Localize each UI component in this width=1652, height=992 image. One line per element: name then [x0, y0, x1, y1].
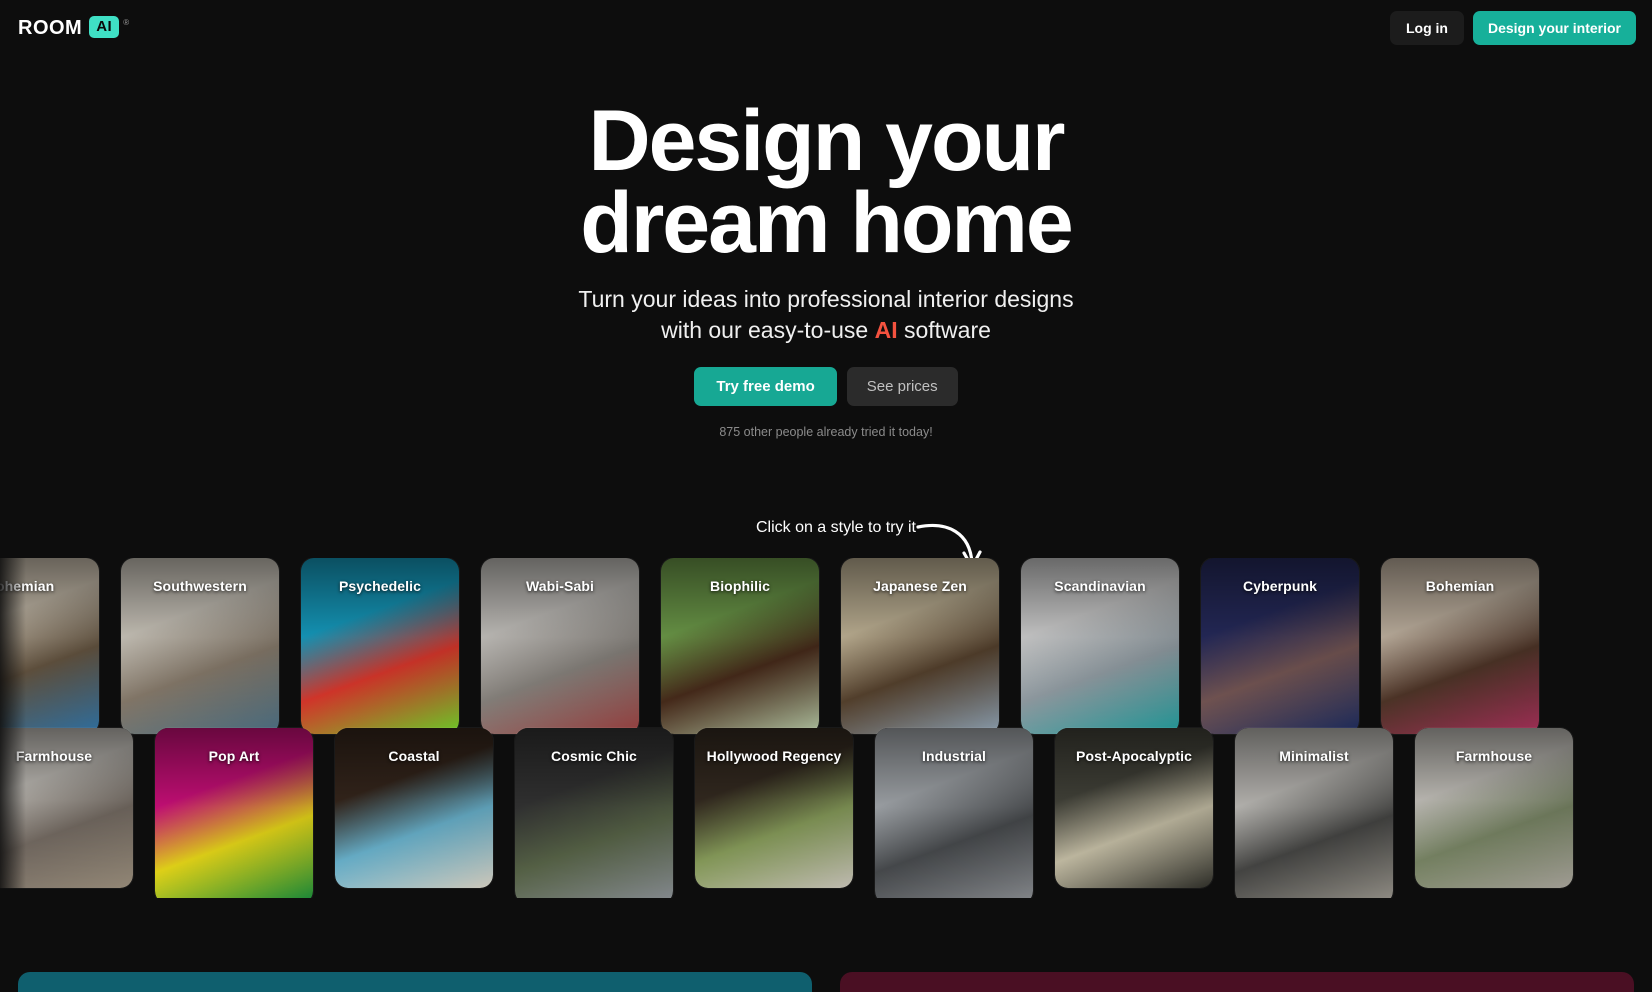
style-card[interactable]: Southwestern: [121, 558, 279, 734]
hero-subtitle-ai-accent: AI: [874, 317, 898, 343]
page-title: Design your dream home: [580, 98, 1073, 266]
hero-title-line-2: dream home: [580, 175, 1073, 271]
brand-trademark-icon: ®: [123, 18, 130, 27]
style-card-label: Minimalist: [1279, 748, 1349, 764]
brand-logo[interactable]: ROOM AI ®: [18, 16, 129, 40]
try-free-demo-button[interactable]: Try free demo: [694, 367, 837, 406]
style-gallery[interactable]: Bohemian Southwestern Psychedelic Wabi-Sabi…: [0, 558, 1652, 898]
style-card[interactable]: Post-Apocalyptic: [1055, 728, 1213, 888]
brand-logo-badge: AI: [89, 16, 120, 38]
bottom-panels-strip: [0, 972, 1652, 992]
style-card-label: Coastal: [388, 748, 440, 764]
style-card[interactable]: Pop Art: [155, 728, 313, 898]
style-row-top[interactable]: Bohemian Southwestern Psychedelic Wabi-Sabi…: [0, 558, 1550, 734]
style-card-label: Farmhouse: [15, 748, 93, 764]
style-card[interactable]: Cyberpunk: [1201, 558, 1359, 734]
styles-hint-label: Click on a style to try it: [755, 519, 916, 536]
style-card-label: Bohemian: [0, 578, 55, 594]
style-card-label: Hollywood Regency: [706, 748, 842, 764]
style-card-label: Psychedelic: [338, 578, 422, 594]
style-card[interactable]: Coastal: [335, 728, 493, 888]
style-card-label: Scandinavian: [1054, 578, 1146, 594]
style-card-label: Pop Art: [208, 748, 260, 764]
bottom-panel-right[interactable]: [840, 972, 1634, 992]
style-card[interactable]: Bohemian: [1381, 558, 1539, 734]
style-card[interactable]: Cosmic Chic: [515, 728, 673, 898]
style-card-label: Japanese Zen: [873, 578, 967, 594]
style-card[interactable]: Hollywood Regency: [695, 728, 853, 888]
hero-section: Design your dream home Turn your ideas i…: [0, 98, 1652, 439]
site-header: ROOM AI ® Log in Design your interior: [0, 0, 1652, 56]
style-card[interactable]: Farmhouse: [0, 728, 133, 888]
see-prices-button[interactable]: See prices: [846, 367, 958, 406]
hero-subtitle-part-2: software: [897, 317, 991, 343]
style-card-label: Southwestern: [153, 578, 247, 594]
style-card-label: Industrial: [921, 748, 986, 764]
style-card[interactable]: Bohemian: [0, 558, 99, 734]
design-your-interior-button[interactable]: Design your interior: [1472, 11, 1636, 45]
style-card[interactable]: Industrial: [875, 728, 1033, 898]
style-card-label: Biophilic: [709, 578, 770, 594]
style-card[interactable]: Biophilic: [661, 558, 819, 734]
style-card-label: Cyberpunk: [1242, 578, 1318, 594]
style-card[interactable]: Wabi-Sabi: [481, 558, 639, 734]
brand-logo-word: ROOM: [18, 17, 83, 39]
bottom-panel-left[interactable]: [18, 972, 812, 992]
style-card-label: Wabi-Sabi: [525, 578, 595, 594]
social-proof-text: 875 other people already tried it today!: [719, 425, 933, 439]
style-card[interactable]: Psychedelic: [301, 558, 459, 734]
style-card-label: Post-Apocalyptic: [1076, 748, 1192, 764]
style-card[interactable]: Scandinavian: [1021, 558, 1179, 734]
style-card-label: Farmhouse: [1455, 748, 1533, 764]
style-card[interactable]: Minimalist: [1235, 728, 1393, 898]
header-actions: Log in Design your interior: [1389, 11, 1636, 45]
style-card-label: Cosmic Chic: [551, 748, 637, 764]
style-card[interactable]: Farmhouse: [1415, 728, 1573, 888]
hero-subtitle-part-1: Turn your ideas into professional interi…: [578, 286, 1074, 343]
hero-button-group: Try free demo See prices: [694, 367, 958, 406]
style-card-label: Bohemian: [1425, 578, 1495, 594]
hero-subtitle: Turn your ideas into professional interi…: [571, 284, 1081, 346]
style-card[interactable]: Japanese Zen: [841, 558, 999, 734]
login-button[interactable]: Log in: [1389, 11, 1464, 45]
style-row-bottom[interactable]: Farmhouse Pop Art Coastal Cosmic Chic Hollyw…: [0, 728, 1584, 898]
